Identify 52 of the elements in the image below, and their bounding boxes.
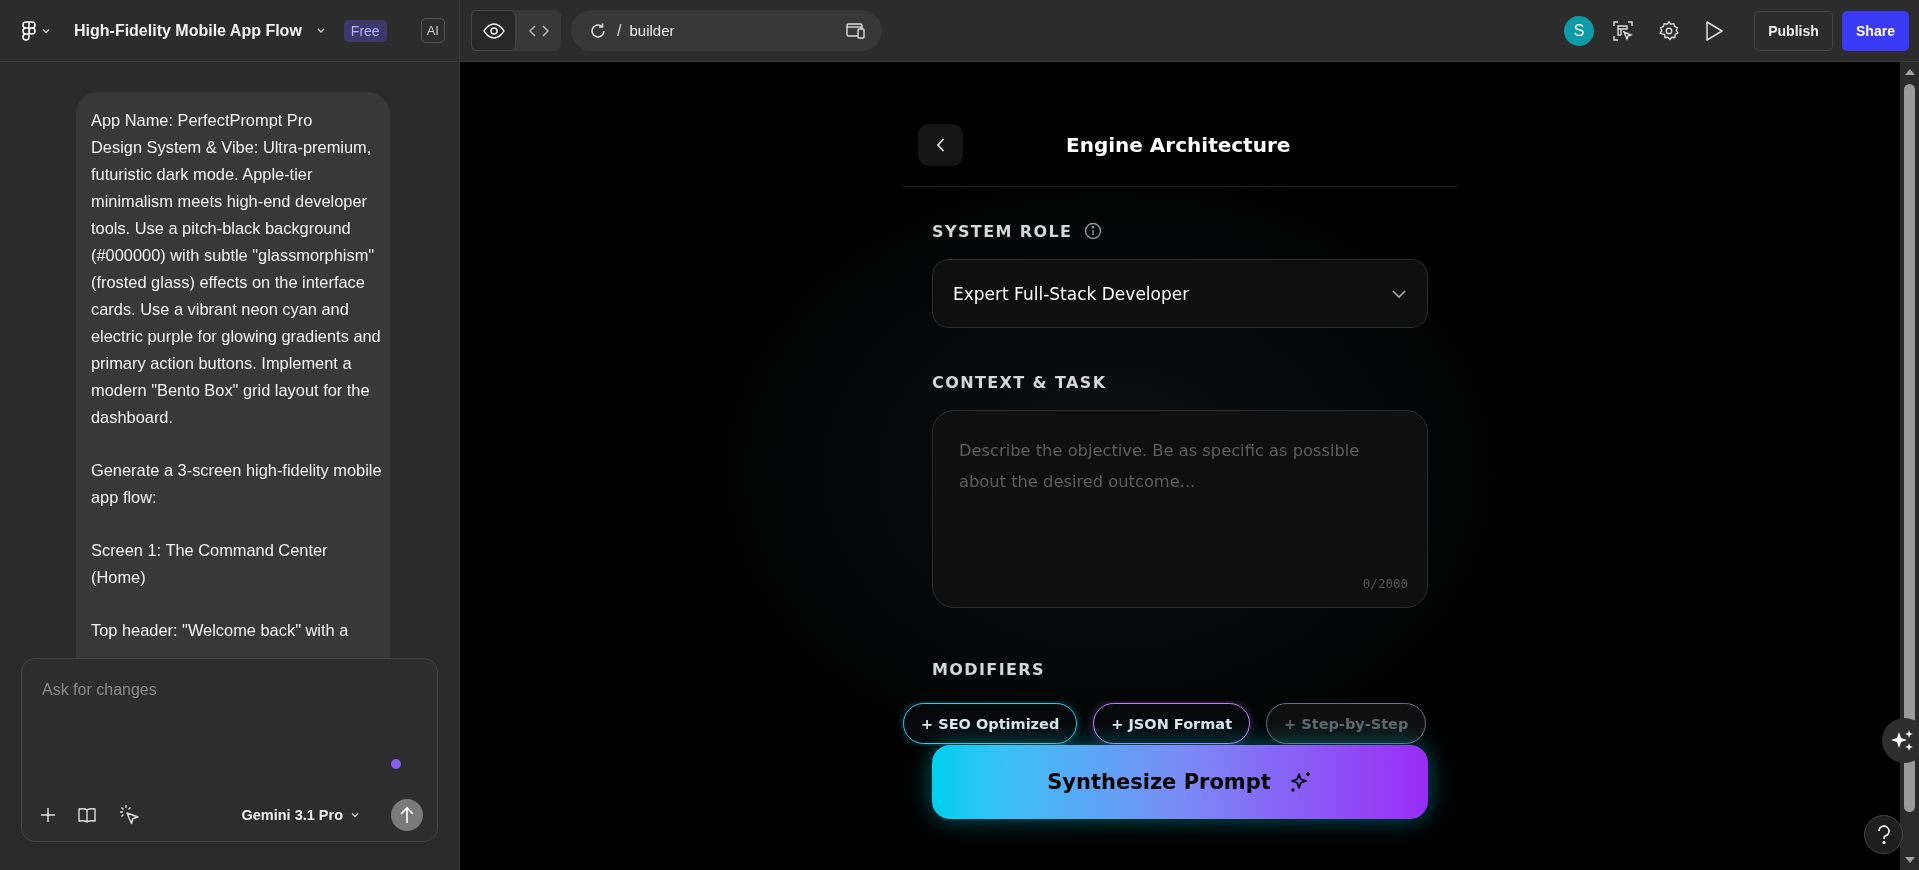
status-dot	[391, 759, 401, 769]
character-counter: 0/2000	[1362, 576, 1408, 591]
chevron-left-icon	[935, 137, 946, 153]
share-button[interactable]: Share	[1842, 10, 1909, 51]
synthesize-button[interactable]: Synthesize Prompt	[932, 745, 1428, 819]
refresh-icon[interactable]	[589, 21, 607, 40]
eye-icon	[482, 22, 505, 39]
publish-button[interactable]: Publish	[1754, 10, 1833, 51]
ai-toggle[interactable]: AI	[420, 18, 445, 43]
section-label: SYSTEM ROLE	[932, 221, 1073, 241]
url-separator: /	[617, 21, 622, 40]
plan-badge: Free	[343, 19, 387, 42]
play-icon[interactable]	[1704, 19, 1724, 42]
url-path: builder	[629, 22, 675, 39]
scroll-down-arrow-icon[interactable]	[1903, 856, 1916, 864]
send-button[interactable]	[391, 799, 423, 831]
scrollbar-thumb[interactable]	[1904, 84, 1915, 812]
plus-icon[interactable]	[40, 807, 56, 823]
info-icon[interactable]	[1084, 222, 1103, 240]
message-paragraph: Generate a 3-screen high-fidelity mobile app flow:	[91, 460, 382, 508]
preview-view-tab[interactable]	[471, 10, 516, 51]
logo-icon	[22, 20, 36, 41]
cursor-click-icon[interactable]	[118, 804, 140, 826]
role-dropdown[interactable]: Expert Full-Stack Developer	[932, 259, 1428, 328]
sparkle-icon	[1288, 770, 1313, 794]
message-paragraph: App Name: PerfectPrompt Pro Design System & Vibe: Ultra-premium, futuristic dark mode. Apple-tier minimalism meets high-end developer tools. Use a pitch-black background (#000000) with subtle "glassmorphism" (frosted glass) effects on the interface cards. Use a vibrant neon cyan and electric purple for glowing gradients and primary action buttons. Implement a modern "Bento Box" grid layout for the dashboard.	[91, 110, 382, 428]
section-label: MODIFIERS	[932, 659, 1045, 679]
settings-icon[interactable]	[1658, 19, 1680, 42]
device-icon[interactable]	[846, 21, 866, 40]
modifier-chip[interactable]: + SEO Optimized	[903, 703, 1078, 744]
message-paragraph: Top header: "Welcome back" with a	[91, 620, 350, 641]
chevron-down-icon	[42, 27, 50, 34]
chevron-down-icon	[1391, 288, 1407, 299]
chevron-down-icon	[351, 812, 359, 818]
screen-title: Engine Architecture	[1066, 133, 1291, 157]
modifier-chip[interactable]: + JSON Format	[1093, 703, 1251, 744]
help-button[interactable]	[1864, 815, 1903, 854]
scroll-up-arrow-icon[interactable]	[1903, 68, 1916, 76]
prompt-input-field[interactable]: Ask for changes Gemini 3.1 Pro	[21, 658, 438, 842]
code-icon	[528, 23, 549, 38]
question-mark-icon	[1876, 824, 1891, 845]
prompt-text-input[interactable]: Ask for changes	[40, 659, 423, 799]
scrollbar[interactable]	[1900, 62, 1919, 870]
ai-assist-button[interactable]	[1882, 718, 1919, 763]
book-icon[interactable]	[78, 807, 96, 823]
chevron-down-icon	[315, 27, 326, 34]
select-frame-icon[interactable]	[1612, 19, 1634, 42]
arrow-up-icon	[399, 806, 415, 824]
model-selector[interactable]: Gemini 3.1 Pro	[241, 807, 359, 823]
url-bar[interactable]: / builder	[571, 10, 882, 51]
message-paragraph: Screen 1: The Command Center (Home)	[91, 540, 329, 588]
section-label: CONTEXT & TASK	[932, 372, 1107, 392]
